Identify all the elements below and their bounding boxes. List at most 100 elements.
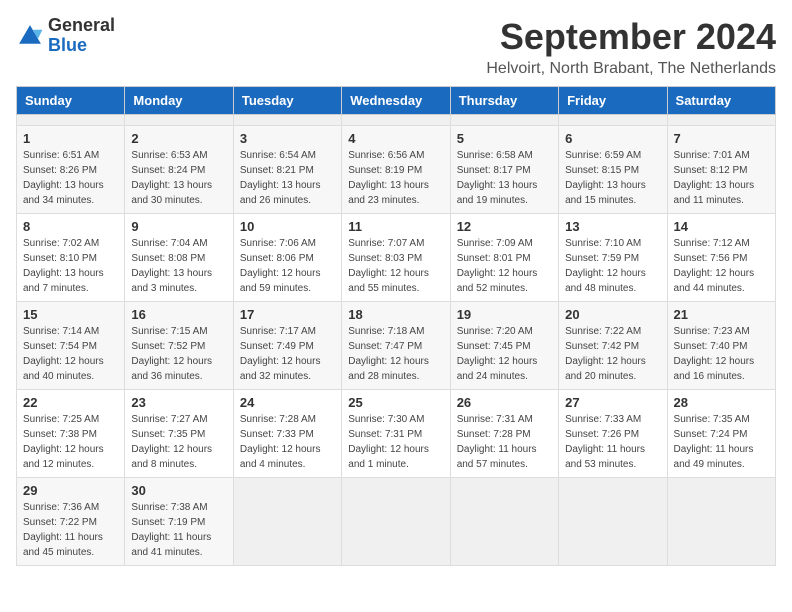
calendar-cell: 5 Sunrise: 6:58 AMSunset: 8:17 PMDaylight… xyxy=(450,126,558,214)
calendar-cell: 13Sunrise: 7:10 AMSunset: 7:59 PMDayligh… xyxy=(559,214,667,302)
day-number: 29 xyxy=(23,483,118,498)
calendar-cell xyxy=(667,115,775,126)
calendar-week-0 xyxy=(17,115,776,126)
day-info: Sunrise: 7:01 AMSunset: 8:12 PMDaylight:… xyxy=(674,148,769,208)
day-number: 10 xyxy=(240,219,335,234)
weekday-header-monday: Monday xyxy=(125,87,233,115)
calendar-cell xyxy=(17,115,125,126)
day-info: Sunrise: 7:20 AMSunset: 7:45 PMDaylight:… xyxy=(457,324,552,384)
calendar-cell: 6Sunrise: 6:59 AMSunset: 8:15 PMDaylight… xyxy=(559,126,667,214)
day-info: Sunrise: 7:33 AMSunset: 7:26 PMDaylight:… xyxy=(565,412,660,472)
day-number: 22 xyxy=(23,395,118,410)
calendar-cell: 8Sunrise: 7:02 AMSunset: 8:10 PMDaylight… xyxy=(17,214,125,302)
calendar-cell xyxy=(559,115,667,126)
calendar-cell: 9Sunrise: 7:04 AMSunset: 8:08 PMDaylight… xyxy=(125,214,233,302)
logo-text-blue: Blue xyxy=(48,36,115,56)
calendar-cell: 14 Sunrise: 7:12 AMSunset: 7:56 PMDayligh… xyxy=(667,214,775,302)
calendar-cell: 10Sunrise: 7:06 AMSunset: 8:06 PMDayligh… xyxy=(233,214,341,302)
day-info: Sunrise: 7:23 AMSunset: 7:40 PMDaylight:… xyxy=(674,324,769,384)
day-number: 23 xyxy=(131,395,226,410)
day-number: 28 xyxy=(674,395,769,410)
calendar-cell xyxy=(233,115,341,126)
calendar-cell: 3 Sunrise: 6:54 AMSunset: 8:21 PMDaylight… xyxy=(233,126,341,214)
day-info: Sunrise: 6:53 AMSunset: 8:24 PMDaylight:… xyxy=(131,148,226,208)
calendar-cell xyxy=(342,115,450,126)
calendar-cell: 7Sunrise: 7:01 AMSunset: 8:12 PMDaylight… xyxy=(667,126,775,214)
calendar-week-1: 1 Sunrise: 6:51 AMSunset: 8:26 PMDaylight… xyxy=(17,126,776,214)
day-number: 20 xyxy=(565,307,660,322)
day-number: 21 xyxy=(674,307,769,322)
day-number: 17 xyxy=(240,307,335,322)
calendar-cell: 23 Sunrise: 7:27 AMSunset: 7:35 PMDayligh… xyxy=(125,390,233,478)
day-number: 9 xyxy=(131,219,226,234)
logo: General Blue xyxy=(16,16,115,56)
day-number: 2 xyxy=(131,131,226,146)
day-info: Sunrise: 7:38 AMSunset: 7:19 PMDaylight:… xyxy=(131,500,226,560)
day-info: Sunrise: 6:54 AMSunset: 8:21 PMDaylight:… xyxy=(240,148,335,208)
day-number: 12 xyxy=(457,219,552,234)
calendar-cell: 20 Sunrise: 7:22 AMSunset: 7:42 PMDayligh… xyxy=(559,302,667,390)
calendar-cell xyxy=(125,115,233,126)
day-info: Sunrise: 6:59 AMSunset: 8:15 PMDaylight:… xyxy=(565,148,660,208)
day-info: Sunrise: 7:28 AMSunset: 7:33 PMDaylight:… xyxy=(240,412,335,472)
weekday-header-sunday: Sunday xyxy=(17,87,125,115)
weekday-header-friday: Friday xyxy=(559,87,667,115)
day-number: 3 xyxy=(240,131,335,146)
calendar-cell: 22 Sunrise: 7:25 AMSunset: 7:38 PMDayligh… xyxy=(17,390,125,478)
day-info: Sunrise: 6:51 AMSunset: 8:26 PMDaylight:… xyxy=(23,148,118,208)
calendar-cell: 29Sunrise: 7:36 AMSunset: 7:22 PMDayligh… xyxy=(17,478,125,566)
day-number: 5 xyxy=(457,131,552,146)
calendar-cell xyxy=(450,115,558,126)
day-info: Sunrise: 6:58 AMSunset: 8:17 PMDaylight:… xyxy=(457,148,552,208)
day-info: Sunrise: 7:27 AMSunset: 7:35 PMDaylight:… xyxy=(131,412,226,472)
day-info: Sunrise: 7:22 AMSunset: 7:42 PMDaylight:… xyxy=(565,324,660,384)
logo-icon xyxy=(16,22,44,50)
location-title: Helvoirt, North Brabant, The Netherlands xyxy=(486,60,776,78)
day-number: 24 xyxy=(240,395,335,410)
calendar-cell xyxy=(233,478,341,566)
logo-text-general: General xyxy=(48,16,115,36)
calendar-week-4: 22 Sunrise: 7:25 AMSunset: 7:38 PMDayligh… xyxy=(17,390,776,478)
day-number: 26 xyxy=(457,395,552,410)
calendar-cell xyxy=(450,478,558,566)
weekday-header-row: SundayMondayTuesdayWednesdayThursdayFrid… xyxy=(17,87,776,115)
calendar-cell: 30 Sunrise: 7:38 AMSunset: 7:19 PMDayligh… xyxy=(125,478,233,566)
calendar-cell: 17 Sunrise: 7:17 AMSunset: 7:49 PMDayligh… xyxy=(233,302,341,390)
calendar-cell: 1 Sunrise: 6:51 AMSunset: 8:26 PMDaylight… xyxy=(17,126,125,214)
day-number: 14 xyxy=(674,219,769,234)
day-info: Sunrise: 7:35 AMSunset: 7:24 PMDaylight:… xyxy=(674,412,769,472)
day-number: 18 xyxy=(348,307,443,322)
day-info: Sunrise: 7:10 AMSunset: 7:59 PMDaylight:… xyxy=(565,236,660,296)
day-info: Sunrise: 7:31 AMSunset: 7:28 PMDaylight:… xyxy=(457,412,552,472)
weekday-header-wednesday: Wednesday xyxy=(342,87,450,115)
day-info: Sunrise: 7:12 AMSunset: 7:56 PMDaylight:… xyxy=(674,236,769,296)
calendar-table: SundayMondayTuesdayWednesdayThursdayFrid… xyxy=(16,86,776,566)
month-title: September 2024 xyxy=(486,16,776,58)
day-number: 27 xyxy=(565,395,660,410)
weekday-header-tuesday: Tuesday xyxy=(233,87,341,115)
day-info: Sunrise: 7:18 AMSunset: 7:47 PMDaylight:… xyxy=(348,324,443,384)
calendar-cell: 28 Sunrise: 7:35 AMSunset: 7:24 PMDayligh… xyxy=(667,390,775,478)
day-number: 16 xyxy=(131,307,226,322)
calendar-cell: 21 Sunrise: 7:23 AMSunset: 7:40 PMDayligh… xyxy=(667,302,775,390)
calendar-body: 1 Sunrise: 6:51 AMSunset: 8:26 PMDaylight… xyxy=(17,115,776,566)
calendar-cell: 27 Sunrise: 7:33 AMSunset: 7:26 PMDayligh… xyxy=(559,390,667,478)
day-number: 19 xyxy=(457,307,552,322)
day-info: Sunrise: 7:15 AMSunset: 7:52 PMDaylight:… xyxy=(131,324,226,384)
calendar-cell: 25Sunrise: 7:30 AMSunset: 7:31 PMDayligh… xyxy=(342,390,450,478)
calendar-week-2: 8Sunrise: 7:02 AMSunset: 8:10 PMDaylight… xyxy=(17,214,776,302)
title-area: September 2024 Helvoirt, North Brabant, … xyxy=(486,16,776,78)
calendar-cell: 19 Sunrise: 7:20 AMSunset: 7:45 PMDayligh… xyxy=(450,302,558,390)
calendar-cell: 12 Sunrise: 7:09 AMSunset: 8:01 PMDayligh… xyxy=(450,214,558,302)
day-number: 8 xyxy=(23,219,118,234)
calendar-cell: 15Sunrise: 7:14 AMSunset: 7:54 PMDayligh… xyxy=(17,302,125,390)
day-info: Sunrise: 7:09 AMSunset: 8:01 PMDaylight:… xyxy=(457,236,552,296)
calendar-cell: 18 Sunrise: 7:18 AMSunset: 7:47 PMDayligh… xyxy=(342,302,450,390)
calendar-cell: 16 Sunrise: 7:15 AMSunset: 7:52 PMDayligh… xyxy=(125,302,233,390)
day-info: Sunrise: 7:25 AMSunset: 7:38 PMDaylight:… xyxy=(23,412,118,472)
day-info: Sunrise: 7:17 AMSunset: 7:49 PMDaylight:… xyxy=(240,324,335,384)
day-number: 25 xyxy=(348,395,443,410)
calendar-cell: 26 Sunrise: 7:31 AMSunset: 7:28 PMDayligh… xyxy=(450,390,558,478)
day-number: 30 xyxy=(131,483,226,498)
day-number: 1 xyxy=(23,131,118,146)
